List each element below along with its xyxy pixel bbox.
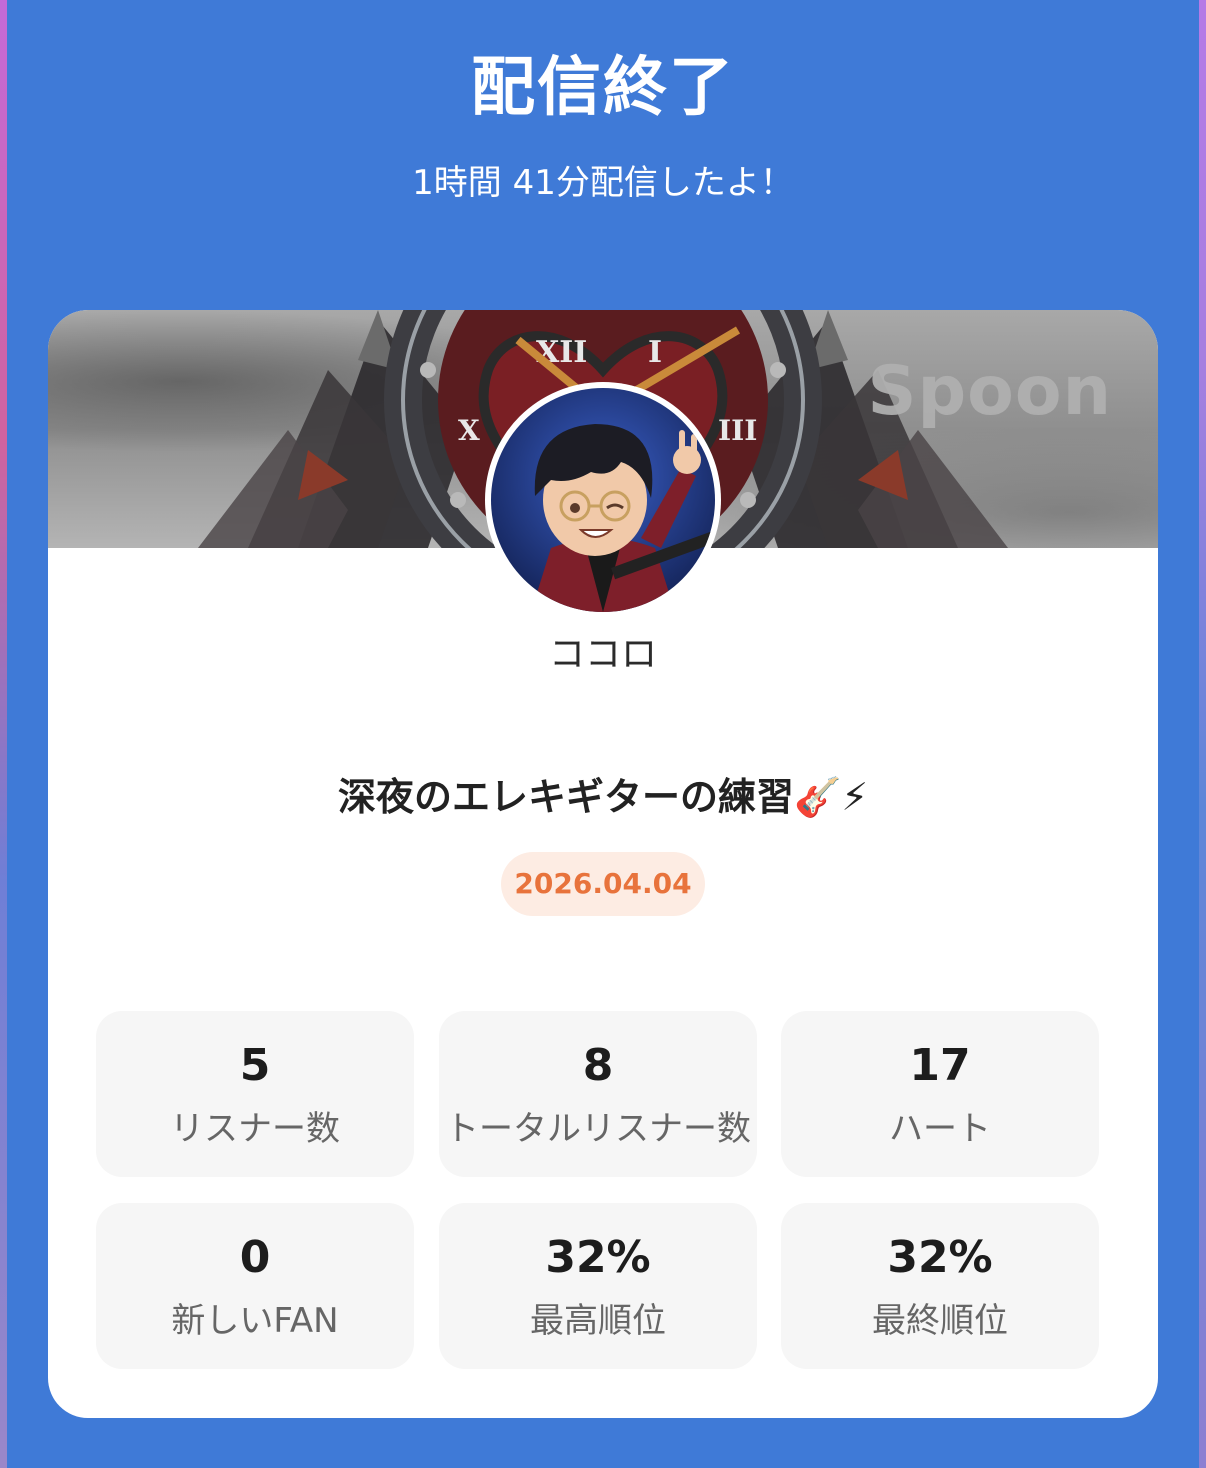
stat-final-rank: 32% 最終順位 [781,1203,1099,1369]
user-avatar[interactable] [485,382,721,618]
guitar-lightning-emoji: 🎸⚡ [794,775,868,819]
stat-label: 新しいFAN [171,1301,339,1341]
stat-value: 17 [909,1040,971,1091]
username: ココロ [548,634,657,675]
stat-label: リスナー数 [170,1109,340,1149]
stream-ended-screen: 配信終了 1時間 41分配信したよ！ XII I X III Spoon ココロ… [0,0,1206,1468]
stat-label: トータルリスナー数 [445,1109,751,1149]
right-edge-gradient [1199,0,1206,1468]
svg-text:X: X [458,414,480,447]
left-edge-gradient [0,0,7,1468]
stat-label: 最高順位 [530,1301,666,1341]
stream-summary-card: XII I X III Spoon ココロ 深夜のエレキギターの練習🎸⚡ 202… [48,310,1158,1418]
svg-text:III: III [718,414,757,447]
user-avatar-icon [491,388,715,612]
stat-label: 最終順位 [872,1301,1008,1341]
stat-label: ハート [889,1109,991,1149]
stat-value: 8 [582,1040,614,1091]
stat-value: 0 [239,1232,271,1283]
stat-value: 32% [545,1232,651,1283]
svg-text:I: I [648,335,662,370]
stat-total-listeners: 8 トータルリスナー数 [439,1011,757,1177]
stat-value: 32% [887,1232,993,1283]
stream-date-badge: 2026.04.04 [501,852,705,916]
stream-title: 深夜のエレキギターの練習🎸⚡ [48,772,1158,822]
stat-value: 5 [239,1040,271,1091]
stat-new-fans: 0 新しいFAN [96,1203,414,1369]
stream-title-text: 深夜のエレキギターの練習 [337,775,794,819]
stat-hearts: 17 ハート [781,1011,1099,1177]
spoon-logo: Spoon [867,352,1112,431]
duration-text: 1時間 41分配信したよ！ [412,163,794,203]
page-title: 配信終了 [471,51,735,125]
stat-highest-rank: 32% 最高順位 [439,1203,757,1369]
stat-listeners: 5 リスナー数 [96,1011,414,1177]
